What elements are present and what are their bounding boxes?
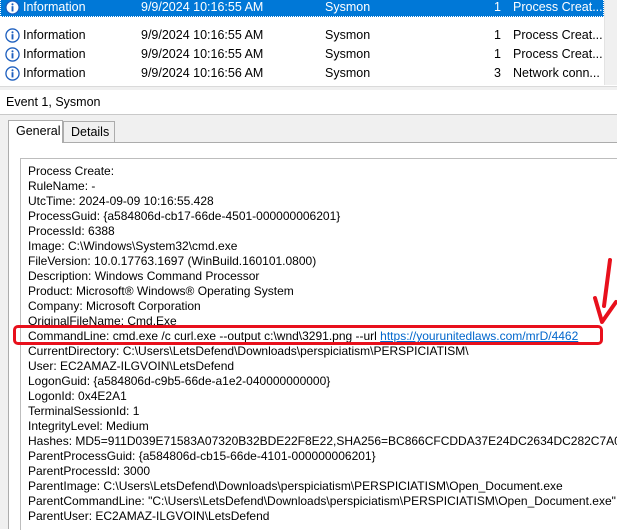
event-header: Event 1, Sysmon [0,90,617,115]
event-task: Network conn... [513,66,600,80]
event-detail-pane: General Details Process Create: RuleName:… [0,115,617,530]
detail-line: RuleName: - [28,179,96,193]
detail-line: User: EC2AMAZ-ILGVOIN\LetsDefend [28,359,235,373]
event-source: Sysmon [325,66,371,80]
event-id: 1 [494,28,501,42]
event-date: 9/9/2024 10:16:55 AM [141,28,264,42]
red-arrow-icon [593,258,617,324]
event-source: Sysmon [325,47,371,61]
detail-line: LogonGuid: {a584806d-c9b5-66de-a1e2-0400… [28,374,331,388]
event-task: Process Creat... [513,47,603,61]
event-id: 3 [494,66,501,80]
event-source: Sysmon [325,0,371,14]
info-icon [5,47,20,62]
detail-line: ParentUser: EC2AMAZ-ILGVOIN\LetsDefend [28,509,270,523]
detail-line: ParentCommandLine: "C:\Users\LetsDefend\… [28,494,616,508]
detail-line: Company: Microsoft Corporation [28,299,201,313]
detail-line: ProcessId: 6388 [28,224,115,238]
detail-line: Description: Windows Command Processor [28,269,260,283]
detail-line: IntegrityLevel: Medium [28,419,149,433]
event-task: Process Creat... [513,0,603,14]
event-id: 1 [494,47,501,61]
event-level: Information [23,47,86,61]
detail-line: CurrentDirectory: C:\Users\LetsDefend\Do… [28,344,469,358]
detail-line: Hashes: MD5=911D039E71583A07320B32BDE22F… [28,434,617,448]
event-level: Information [23,0,86,14]
event-source: Sysmon [325,28,371,42]
event-list: Information 9/9/2024 10:16:55 AM Sysmon 1 Pr… [0,0,604,85]
detail-line: ProcessGuid: {a584806d-cb17-66de-4501-00… [28,209,341,223]
commandline-highlight-box [13,325,603,345]
detail-line: TerminalSessionId: 1 [28,404,140,418]
detail-line: ParentImage: C:\Users\LetsDefend\Downloa… [28,479,563,493]
detail-line: Image: C:\Windows\System32\cmd.exe [28,239,238,253]
detail-line: LogonId: 0x4E2A1 [28,389,127,403]
detail-line: Product: Microsoft® Windows® Operating S… [28,284,294,298]
tab-general[interactable]: General [8,120,63,143]
detail-line: ParentProcessGuid: {a584806d-cb15-66de-4… [28,449,376,463]
detail-line: FileVersion: 10.0.17763.1697 (WinBuild.1… [28,254,317,268]
event-id: 1 [494,0,501,14]
tab-details[interactable]: Details [63,121,115,142]
event-level: Information [23,66,86,80]
detail-line: UtcTime: 2024-09-09 10:16:55.428 [28,194,214,208]
event-row[interactable]: Information 9/9/2024 10:16:55 AM Sysmon 1 Pr… [0,45,604,64]
event-date: 9/9/2024 10:16:55 AM [141,0,264,14]
event-task: Process Creat... [513,28,603,42]
event-date: 9/9/2024 10:16:56 AM [141,66,264,80]
event-level: Information [23,28,86,42]
event-row[interactable]: Information 9/9/2024 10:16:56 AM Sysmon 3 Ne… [0,64,604,83]
detail-line: Process Create: [28,164,115,178]
event-row[interactable]: Information 9/9/2024 10:16:55 AM Sysmon 1 Pr… [0,26,604,45]
event-row[interactable]: Information 9/9/2024 10:16:55 AM Sysmon 1 Pr… [0,0,604,17]
info-icon [5,66,20,81]
event-list-scrollbar[interactable] [604,0,617,85]
detail-line: ParentProcessId: 3000 [28,464,151,478]
info-icon [5,0,20,15]
event-header-title: Event 1, Sysmon [6,95,101,109]
info-icon [5,28,20,43]
event-date: 9/9/2024 10:16:55 AM [141,47,264,61]
